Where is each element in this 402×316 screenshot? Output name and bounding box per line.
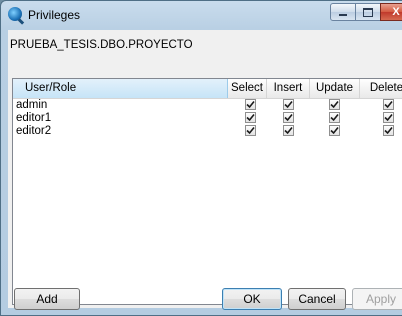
column-header-insert[interactable]: Insert — [267, 79, 310, 98]
insert-checkbox[interactable] — [283, 125, 294, 136]
select-checkbox[interactable] — [245, 125, 256, 136]
update-checkbox[interactable] — [329, 125, 340, 136]
delete-checkbox[interactable] — [383, 99, 394, 110]
maximize-icon — [363, 7, 373, 17]
maximize-button[interactable] — [355, 3, 381, 21]
select-checkbox[interactable] — [245, 99, 256, 110]
minimize-button[interactable] — [330, 3, 356, 21]
table-row[interactable]: editor1 — [13, 112, 402, 125]
column-header-user-role[interactable]: User/Role — [13, 79, 228, 98]
title-bar[interactable]: Privileges X — [1, 1, 402, 29]
ok-button[interactable]: OK — [222, 288, 282, 310]
object-path-label: PRUEBA_TESIS.DBO.PROYECTO — [10, 39, 193, 51]
insert-checkbox[interactable] — [283, 99, 294, 110]
table-row[interactable]: editor2 — [13, 125, 402, 138]
delete-checkbox[interactable] — [383, 112, 394, 123]
column-header-delete[interactable]: Delete — [360, 79, 402, 98]
table-row[interactable]: admin — [13, 99, 402, 112]
privileges-table[interactable]: User/Role Select Insert Update Delete ad… — [12, 78, 402, 305]
update-checkbox[interactable] — [329, 112, 340, 123]
update-checkbox[interactable] — [329, 99, 340, 110]
user-role-name: editor1 — [16, 112, 52, 124]
minimize-icon — [339, 14, 347, 16]
column-header-select[interactable]: Select — [228, 79, 267, 98]
user-role-name: editor2 — [16, 125, 52, 137]
select-checkbox[interactable] — [245, 112, 256, 123]
delete-checkbox[interactable] — [383, 125, 394, 136]
window-title: Privileges — [28, 8, 81, 22]
column-header-update[interactable]: Update — [310, 79, 360, 98]
insert-checkbox[interactable] — [283, 112, 294, 123]
app-search-icon — [8, 7, 22, 21]
cancel-button[interactable]: Cancel — [288, 288, 346, 310]
add-button[interactable]: Add — [14, 288, 80, 310]
close-icon: X — [392, 6, 400, 18]
apply-button[interactable]: Apply — [352, 288, 402, 310]
table-header: User/Role Select Insert Update Delete — [13, 79, 402, 99]
dialog-body: PRUEBA_TESIS.DBO.PROYECTO User/Role Sele… — [8, 30, 402, 310]
user-role-name: admin — [16, 99, 48, 111]
close-button[interactable]: X — [380, 3, 402, 21]
